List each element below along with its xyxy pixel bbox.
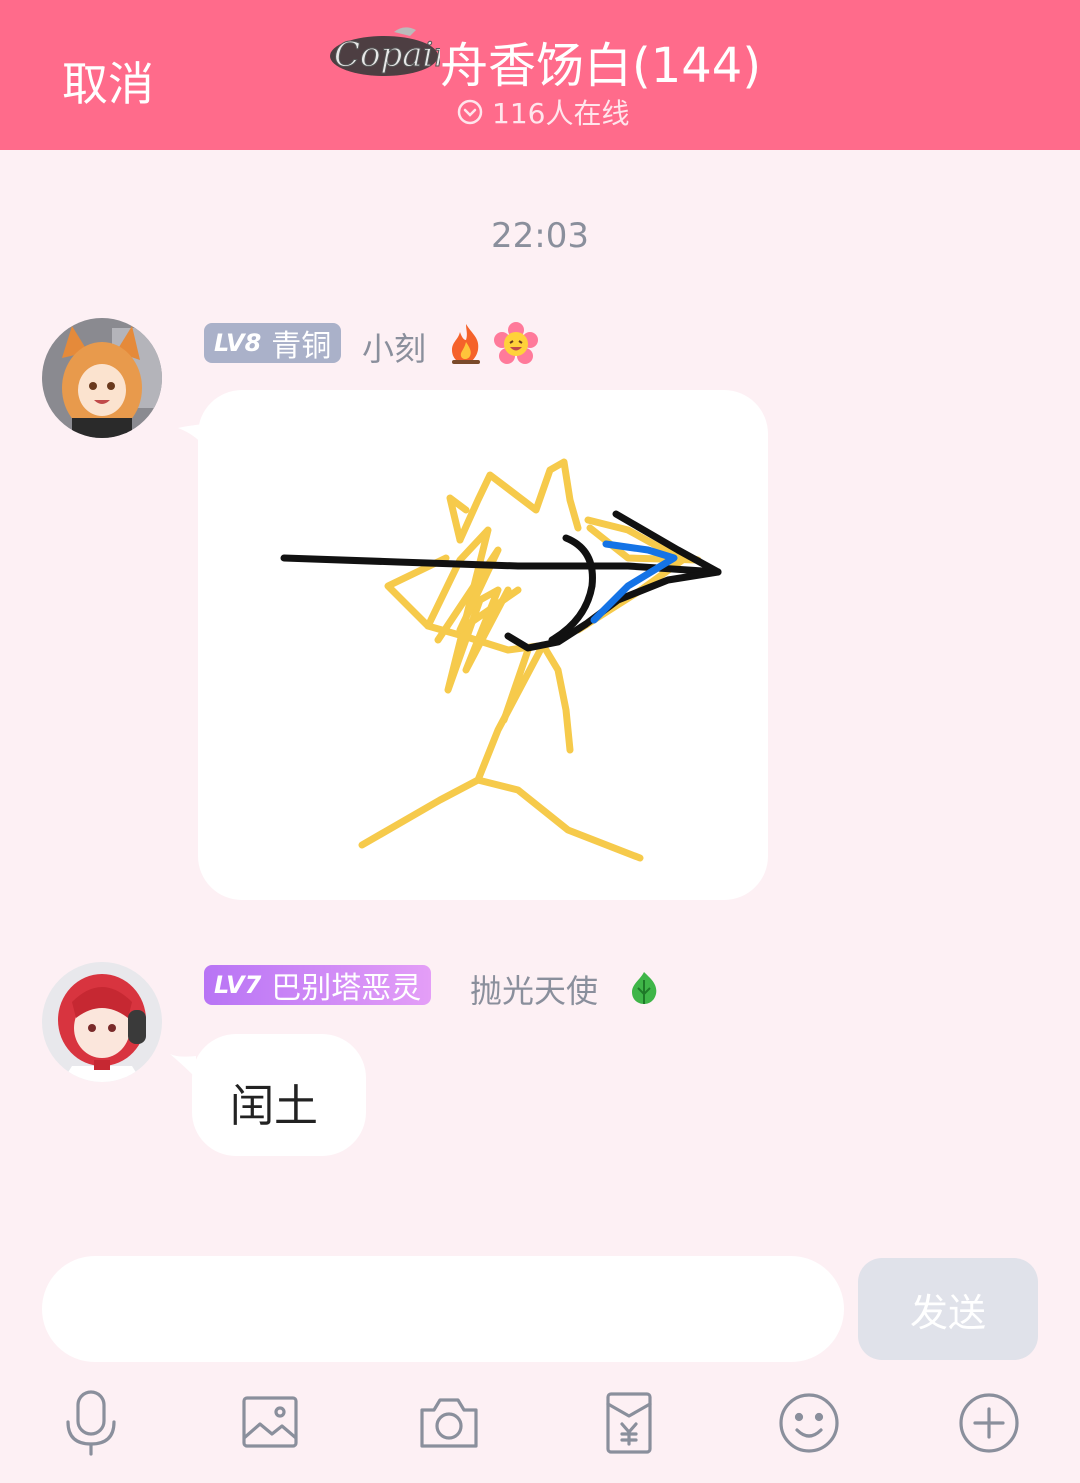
camera-button[interactable] (416, 1390, 482, 1456)
online-status: 116人在线 (456, 92, 629, 132)
drawing-message-bubble[interactable] (198, 390, 768, 900)
cancel-button[interactable]: 取消 (62, 48, 154, 114)
sprout-icon (632, 972, 657, 1004)
send-button[interactable]: 发送 (858, 1258, 1038, 1360)
emoji-button[interactable] (776, 1390, 842, 1456)
microphone-button[interactable] (58, 1390, 124, 1456)
camera-icon (420, 1398, 478, 1448)
group-title: 舟香饧白(144) (440, 38, 762, 94)
text-message-bubble[interactable]: 闰土 (192, 1034, 366, 1156)
level-badge: LV8 青铜 (204, 323, 342, 364)
level-label: LV7 (214, 971, 262, 999)
emoji-icon (779, 1393, 839, 1453)
message-text: 闰土 (230, 1081, 318, 1132)
svg-text:Copain: Copain (334, 35, 440, 75)
message-timestamp: 22:03 (491, 216, 589, 256)
image-icon (242, 1396, 298, 1448)
microphone-icon (66, 1390, 116, 1456)
avatar[interactable] (42, 318, 162, 438)
sender-nickname[interactable]: 抛光天使 (470, 966, 598, 1012)
badge-title: 青铜 (271, 329, 332, 364)
message-input[interactable] (42, 1256, 844, 1362)
chat-header: 取消 Copain 舟香饧白(144) 116人在线 (0, 0, 1080, 150)
online-count: 116人在线 (492, 97, 630, 130)
more-button[interactable] (956, 1390, 1022, 1456)
avatar-fox-girl-image (42, 318, 162, 438)
online-check-icon (457, 99, 483, 125)
avatar[interactable] (42, 962, 162, 1082)
flower-emoji-icon (494, 322, 538, 364)
red-packet-icon (606, 1392, 652, 1454)
fire-icon (452, 324, 480, 364)
doodle-drawing-image (280, 458, 722, 862)
copain-logo: Copain (330, 27, 440, 76)
sender-nickname[interactable]: 小刻 (362, 324, 426, 370)
plus-icon (959, 1393, 1019, 1453)
image-button[interactable] (236, 1390, 302, 1456)
level-label: LV8 (214, 329, 262, 357)
badge-title: 巴别塔恶灵 (271, 971, 422, 1006)
level-badge: LV7 巴别塔恶灵 (204, 965, 432, 1006)
red-packet-button[interactable] (596, 1390, 662, 1456)
avatar-red-hair-girl-image (42, 962, 162, 1082)
